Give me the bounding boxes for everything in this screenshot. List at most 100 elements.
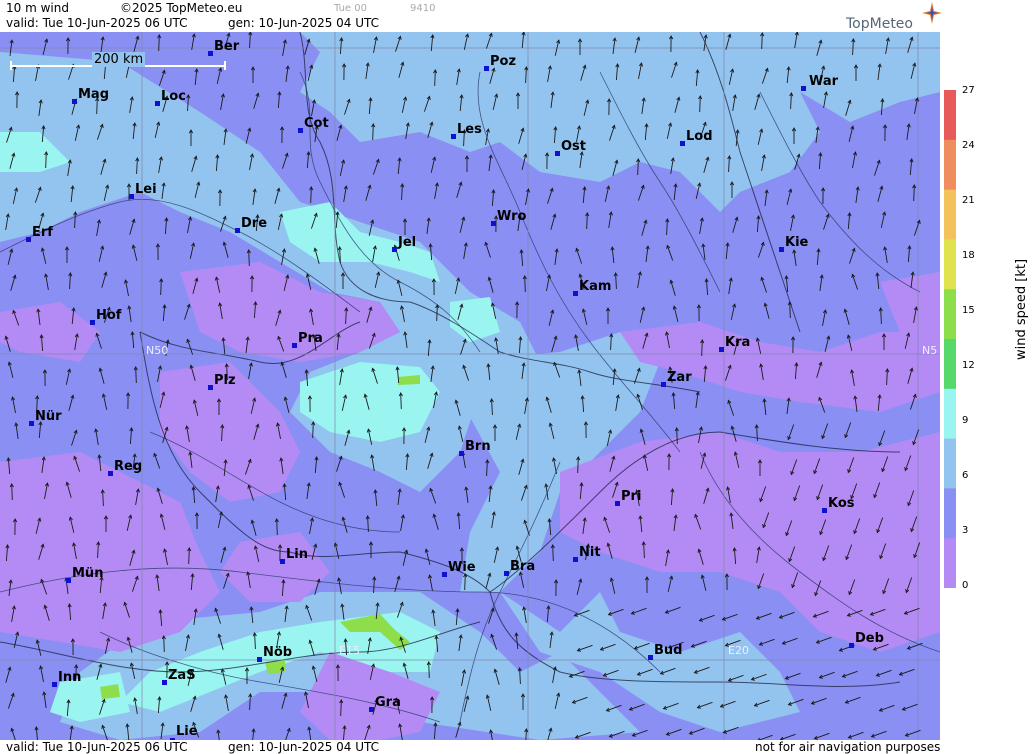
copyright: ©2025 TopMeteo.eu bbox=[120, 1, 243, 15]
legend-color-band bbox=[944, 538, 956, 588]
city-marker bbox=[573, 291, 578, 296]
wind-arrow bbox=[248, 249, 250, 267]
city-label: Cot bbox=[304, 116, 329, 131]
city-marker bbox=[392, 247, 397, 252]
city-marker bbox=[29, 421, 34, 426]
grid-label-n50: N50 bbox=[146, 344, 169, 357]
city-marker bbox=[26, 237, 31, 242]
scale-bar-label: 200 km bbox=[92, 52, 146, 67]
city-label: Lod bbox=[686, 129, 713, 144]
city-label: Kos bbox=[828, 496, 855, 511]
legend-color-band bbox=[944, 139, 956, 191]
legend-tick-label: 27 bbox=[962, 85, 975, 96]
city-label: Ber bbox=[214, 39, 240, 54]
legend-color-band bbox=[944, 90, 956, 141]
legend-color-band bbox=[944, 239, 956, 290]
city-label: Hof bbox=[96, 308, 122, 323]
city-marker bbox=[155, 101, 160, 106]
city-label: Mün bbox=[72, 566, 104, 581]
legend-color-band bbox=[944, 289, 956, 340]
legend-tick-label: 18 bbox=[962, 250, 975, 261]
wind-arrow bbox=[676, 427, 678, 445]
grid-label-e20: E20 bbox=[728, 644, 749, 657]
legend-tick-label: 21 bbox=[962, 195, 975, 206]
city-marker bbox=[779, 247, 784, 252]
wind-arrow bbox=[761, 32, 763, 50]
legend-title: wind speed [kt] bbox=[1014, 258, 1029, 360]
city-label: Dre bbox=[241, 216, 268, 231]
wind-arrow bbox=[312, 421, 314, 439]
city-marker bbox=[504, 571, 509, 576]
wind-arrow bbox=[464, 573, 466, 591]
city-marker bbox=[442, 572, 447, 577]
wind-arrow bbox=[701, 339, 703, 357]
city-label: Gra bbox=[375, 695, 401, 710]
city-label: Nür bbox=[35, 409, 62, 424]
city-label: Erf bbox=[32, 225, 53, 240]
city-label: Bud bbox=[654, 643, 683, 658]
city-label: Lie bbox=[176, 724, 198, 739]
map-header: 10 m wind ©2025 TopMeteo.eu Tue 00 9410 … bbox=[0, 0, 940, 32]
wind-arrow bbox=[428, 661, 430, 679]
city-marker bbox=[491, 221, 496, 226]
faint-code: 9410 bbox=[410, 3, 436, 14]
city-label: Deb bbox=[855, 631, 884, 646]
city-label: Kra bbox=[725, 335, 751, 350]
legend-color-band bbox=[944, 388, 956, 440]
wind-arrow bbox=[372, 123, 374, 141]
city-marker bbox=[719, 347, 724, 352]
wind-arrow bbox=[577, 456, 579, 474]
city-label: Kie bbox=[785, 235, 809, 250]
city-marker bbox=[257, 657, 262, 662]
city-marker bbox=[680, 141, 685, 146]
city-marker bbox=[292, 343, 297, 348]
wind-arrow bbox=[188, 547, 190, 565]
city-label: Wie bbox=[448, 560, 476, 575]
wind-arrow bbox=[436, 304, 438, 322]
wind-arrow bbox=[160, 278, 162, 296]
city-label: Plz bbox=[214, 373, 236, 388]
grid-label-n50-right: N5 bbox=[922, 344, 938, 357]
legend-color-band bbox=[944, 339, 956, 390]
city-marker bbox=[369, 707, 374, 712]
city-marker bbox=[66, 578, 71, 583]
wind-arrow bbox=[400, 392, 402, 410]
city-marker bbox=[162, 680, 167, 685]
wind-arrow bbox=[276, 518, 278, 536]
legend-tick-label: 3 bbox=[962, 525, 969, 536]
logo-star-icon bbox=[922, 2, 942, 24]
city-marker bbox=[52, 682, 57, 687]
city-label: Loc bbox=[161, 89, 186, 104]
city-marker bbox=[451, 134, 456, 139]
valid-time: valid: Tue 10-Jun-2025 06 UTC bbox=[6, 16, 188, 30]
footer-disclaimer: not for air navigation purposes bbox=[755, 740, 941, 754]
city-label: Brn bbox=[465, 439, 491, 454]
topmeteo-logo: TopMeteo bbox=[846, 16, 913, 32]
legend-color-band bbox=[944, 438, 956, 489]
legend-tick-label: 6 bbox=[962, 470, 969, 481]
city-label: ZaS bbox=[168, 668, 196, 683]
city-marker bbox=[108, 471, 113, 476]
city-marker bbox=[661, 382, 666, 387]
wind-arrow bbox=[552, 544, 554, 562]
city-marker bbox=[555, 151, 560, 156]
city-marker bbox=[90, 320, 95, 325]
wind-arrow bbox=[11, 483, 13, 501]
city-label: War bbox=[809, 74, 839, 89]
grid-label-e15: E15 bbox=[339, 644, 360, 657]
product-title: 10 m wind bbox=[6, 1, 69, 15]
city-marker bbox=[208, 51, 213, 56]
city-label: Nöb bbox=[263, 645, 293, 660]
wind-arrow bbox=[340, 699, 342, 717]
city-marker bbox=[801, 86, 806, 91]
city-label: Zar bbox=[667, 370, 692, 385]
wind-arrow bbox=[637, 158, 639, 176]
city-marker bbox=[573, 557, 578, 562]
city-label: Inn bbox=[58, 670, 82, 685]
wind-arrow bbox=[163, 635, 165, 653]
wind-arrow bbox=[158, 34, 160, 52]
wind-arrow bbox=[524, 275, 526, 293]
wind-map[interactable] bbox=[0, 32, 940, 740]
city-label: Kam bbox=[579, 279, 612, 294]
city-label: Ost bbox=[561, 139, 587, 154]
